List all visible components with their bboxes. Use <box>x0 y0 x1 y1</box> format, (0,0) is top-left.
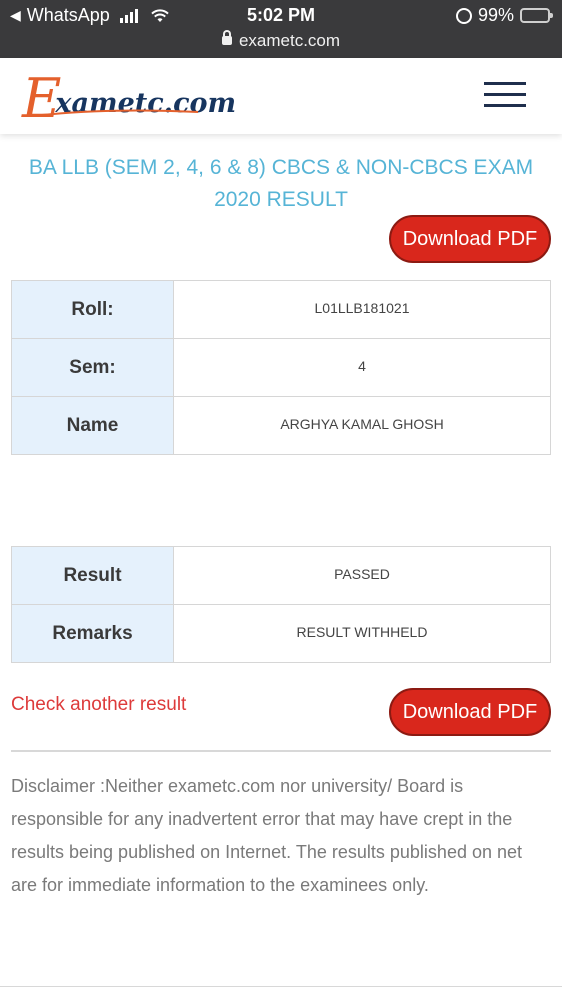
sem-value: 4 <box>173 338 551 397</box>
result-table: Result PASSED Remarks RESULT WITHHELD <box>11 546 551 663</box>
sem-label: Sem: <box>11 338 174 397</box>
download-pdf-button[interactable]: Download PDF <box>389 215 551 263</box>
table-row: Remarks RESULT WITHHELD <box>11 604 551 663</box>
roll-label: Roll: <box>11 280 174 339</box>
disclaimer-text: Disclaimer :Neither exametc.com nor univ… <box>11 776 523 895</box>
url-text: exametc.com <box>238 31 341 50</box>
hamburger-menu-icon[interactable] <box>484 82 526 108</box>
result-label: Result <box>11 546 174 605</box>
remarks-value: RESULT WITHHELD <box>173 604 551 663</box>
battery-percent: 99% <box>477 5 514 25</box>
table-row: Roll: L01LLB181021 <box>11 280 551 339</box>
table-row: Name ARGHYA KAMAL GHOSH <box>11 396 551 455</box>
address-bar[interactable]: exametc.com <box>0 30 562 51</box>
site-header: E xametc.com <box>0 58 562 134</box>
page-title: BA LLB (SEM 2, 4, 6 & 8) CBCS & NON-CBCS… <box>28 156 534 211</box>
download-pdf-button-bottom[interactable]: Download PDF <box>389 688 551 736</box>
rotation-lock-icon <box>455 7 472 24</box>
lock-icon <box>221 30 232 45</box>
remarks-label: Remarks <box>11 604 174 663</box>
status-right: 99% <box>455 5 553 26</box>
student-details-table: Roll: L01LLB181021 Sem: 4 Name ARGHYA KA… <box>11 280 551 455</box>
check-another-result-link[interactable]: Check another result <box>11 694 186 716</box>
name-value: ARGHYA KAMAL GHOSH <box>173 396 551 455</box>
battery-icon <box>520 8 553 23</box>
footer-divider <box>0 986 562 987</box>
logo-swoosh-icon <box>41 109 199 116</box>
roll-value: L01LLB181021 <box>173 280 551 339</box>
table-row: Sem: 4 <box>11 338 551 397</box>
divider <box>11 750 551 752</box>
table-row: Result PASSED <box>11 546 551 605</box>
result-value: PASSED <box>173 546 551 605</box>
name-label: Name <box>11 396 174 455</box>
status-bar: ◀ WhatsApp 5:02 PM 99% exametc.com <box>0 0 562 58</box>
